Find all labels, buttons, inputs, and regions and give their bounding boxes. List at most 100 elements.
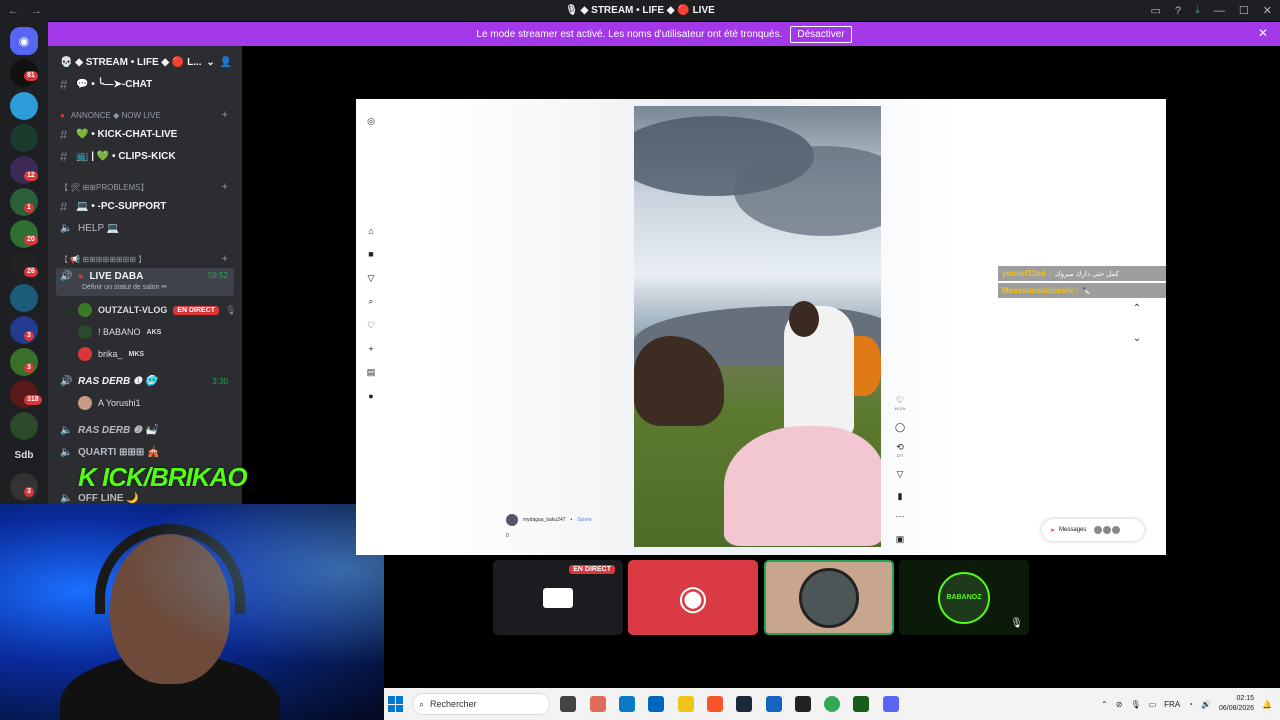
mic-icon[interactable]: 🎙 [1130, 700, 1140, 709]
follow-link[interactable]: Suivre [577, 517, 591, 523]
plus-icon[interactable]: + [222, 109, 228, 121]
server-icon-8[interactable] [10, 284, 38, 312]
copilot-icon[interactable] [590, 696, 606, 712]
chrome-icon[interactable] [824, 696, 840, 712]
messages-button[interactable]: ➤ Messages [1042, 519, 1144, 541]
category-announce[interactable]: ● ANNONCE ◆ NOW LIVE + [56, 105, 234, 125]
server-icon-5[interactable] [10, 188, 38, 216]
edge-icon[interactable] [619, 696, 635, 712]
disable-streamer-mode-button[interactable]: Désactiver [790, 25, 852, 43]
channel-pc-support[interactable]: # 💻 • -PC-SUPPORT [56, 196, 234, 216]
voice-user[interactable]: brika_ MKS [78, 345, 144, 363]
participant-tile-discord[interactable]: ◉ [628, 560, 758, 635]
channel-label: LIVE DABA [89, 271, 144, 282]
download-icon[interactable]: ⤓ [1195, 4, 1200, 17]
comment-icon[interactable]: ◯ [893, 422, 907, 433]
server-icon-9[interactable] [10, 316, 38, 344]
server-icon-12[interactable] [10, 412, 38, 440]
volume-icon[interactable]: 🔊 [1201, 700, 1211, 709]
post-author[interactable]: mydagaa_baku247 • Suivre [506, 514, 592, 526]
voice-channel-quarti[interactable]: 🔈 QUARTI ⊞⊞⊞ 🎪 [56, 442, 234, 462]
server-badge: 20 [24, 235, 38, 245]
channel-help[interactable]: 🔈 HELP 💻 [56, 218, 234, 238]
video-player[interactable] [634, 106, 881, 547]
steam-icon[interactable] [736, 696, 752, 712]
voice-user[interactable]: OUTZALT-VLOG EN DIRECT 🎙 [78, 301, 237, 319]
add-member-icon[interactable]: 👤 [220, 57, 232, 68]
discord-taskbar-icon[interactable] [883, 696, 899, 712]
bookmark-icon[interactable]: ▮ [893, 491, 907, 502]
video-person-lying [724, 426, 881, 546]
category-voice[interactable]: 【 📢 ⊞⊞⊞⊞⊞⊞⊞⊞ 】 + [56, 249, 234, 269]
chevron-up-icon[interactable]: ⌃ [1128, 303, 1146, 321]
start-button[interactable] [388, 696, 404, 712]
category-problems[interactable]: 【 🛠 ⊞⊞PROBLEMS】 + [56, 177, 234, 197]
terminal-icon[interactable] [853, 696, 869, 712]
minimize-button[interactable]: — [1214, 5, 1225, 17]
voice-channel-ras-derb-1[interactable]: 🔊 RAS DERB ❶ 🥶 3:30 [56, 371, 234, 391]
notifications-icon[interactable]: 🔔 [1262, 700, 1272, 709]
battery-icon[interactable]: ▭ [1149, 700, 1157, 709]
discord-home-icon[interactable]: ◉ [10, 27, 38, 55]
taskbar-search[interactable]: ⌕ Rechercher [412, 693, 550, 715]
messages-label: Messages [1059, 527, 1087, 533]
server-sdb[interactable]: Sdb [10, 450, 38, 470]
ea-icon[interactable] [766, 696, 782, 712]
language-indicator[interactable]: FRA [1164, 700, 1180, 709]
help-icon[interactable]: ? [1175, 5, 1181, 17]
chevron-down-icon[interactable]: ⌄ [206, 57, 214, 68]
maximize-button[interactable]: ☐ [1239, 4, 1249, 17]
plus-icon[interactable]: + [366, 344, 376, 354]
voice-user[interactable]: ! BABANO AKS [78, 323, 161, 341]
audio-avatar-icon[interactable]: ▣ [893, 534, 907, 545]
close-window-button[interactable]: ✕ [1263, 4, 1272, 17]
server-icon-13[interactable] [10, 473, 38, 501]
mic-muted-icon: 🎙 [225, 304, 237, 315]
share-icon[interactable]: ▽ [893, 469, 907, 480]
store-icon[interactable] [648, 696, 664, 712]
like-button[interactable]: ♡ 19,2 K [893, 395, 907, 411]
more-icon[interactable]: ⋯ [893, 511, 907, 522]
task-view-icon[interactable] [560, 696, 576, 712]
server-icon-3[interactable] [10, 124, 38, 152]
inbox-icon[interactable]: ▭ [1151, 4, 1161, 17]
filter-icon[interactable]: ▽ [366, 273, 376, 283]
chat-username: yousef12ed : [1002, 269, 1051, 278]
chevron-up-icon[interactable]: ⌃ [1101, 700, 1108, 709]
profile-avatar-icon[interactable]: ● [366, 391, 376, 401]
participant-tile-mask[interactable] [764, 560, 894, 635]
search-icon[interactable]: ⌕ [366, 296, 376, 306]
obs-icon[interactable] [795, 696, 811, 712]
voice-user[interactable]: A Yorushi1 [78, 394, 141, 412]
reels-icon[interactable]: ■ [366, 249, 376, 259]
forward-arrow-icon[interactable]: → [31, 5, 42, 17]
server-icon-2[interactable] [10, 92, 38, 120]
home-icon[interactable]: ⌂ [366, 226, 376, 236]
voice-channel-live-daba[interactable]: 🔊 ● LIVE DABA 59:52 Définir un statut de… [56, 268, 234, 296]
plus-icon[interactable]: + [222, 181, 228, 193]
plus-icon[interactable]: + [222, 253, 228, 265]
heart-icon[interactable]: ♡ [366, 320, 376, 330]
channel-status[interactable]: Définir un statut de salon ✏ [82, 283, 167, 291]
brave-icon[interactable] [707, 696, 723, 712]
channel-clips-kick[interactable]: # 📺 | 💚 • CLIPS-KICK [56, 146, 234, 166]
wifi-icon[interactable]: ◔ [1188, 700, 1193, 709]
back-arrow-icon[interactable]: ← [8, 5, 19, 17]
screen-share-stream[interactable]: ◎ ⌂ ■ ▽ ⌕ ♡ + ▤ ● ♡ 19,2 K ◯ ⟲ 377 ▽ ▮ ⋯ ▣… [356, 99, 1166, 555]
network-icon[interactable]: ⊘ [1116, 700, 1123, 709]
repost-button[interactable]: ⟲ 377 [893, 442, 907, 458]
category-label: 【 📢 ⊞⊞⊞⊞⊞⊞⊞⊞ 】 [60, 254, 147, 264]
participant-tile-babanoz[interactable]: BABANOZ 🎙 [899, 560, 1029, 635]
stats-icon[interactable]: ▤ [366, 367, 376, 377]
clock[interactable]: 02:15 06/08/2026 [1219, 694, 1254, 714]
server-icon-10[interactable] [10, 348, 38, 376]
participant-tile-stream[interactable]: EN DIRECT [493, 560, 623, 635]
channel-kick-chat-live[interactable]: # 💚 • KICK-CHAT-LIVE [56, 124, 234, 144]
server-rail: ◉ 81 12 1 20 26 3 3 318 Sdb 3 [0, 21, 48, 504]
chevron-down-icon[interactable]: ⌄ [1128, 333, 1146, 351]
file-explorer-icon[interactable] [678, 696, 694, 712]
instagram-icon[interactable]: ◎ [366, 116, 376, 126]
voice-channel-ras-derb-2[interactable]: 🔈 RAS DERB ❷ 🛀 [56, 420, 234, 440]
channel-chat[interactable]: # 💬 • ╰—➤-CHAT [56, 74, 234, 94]
close-banner-icon[interactable]: ✕ [1258, 26, 1268, 40]
